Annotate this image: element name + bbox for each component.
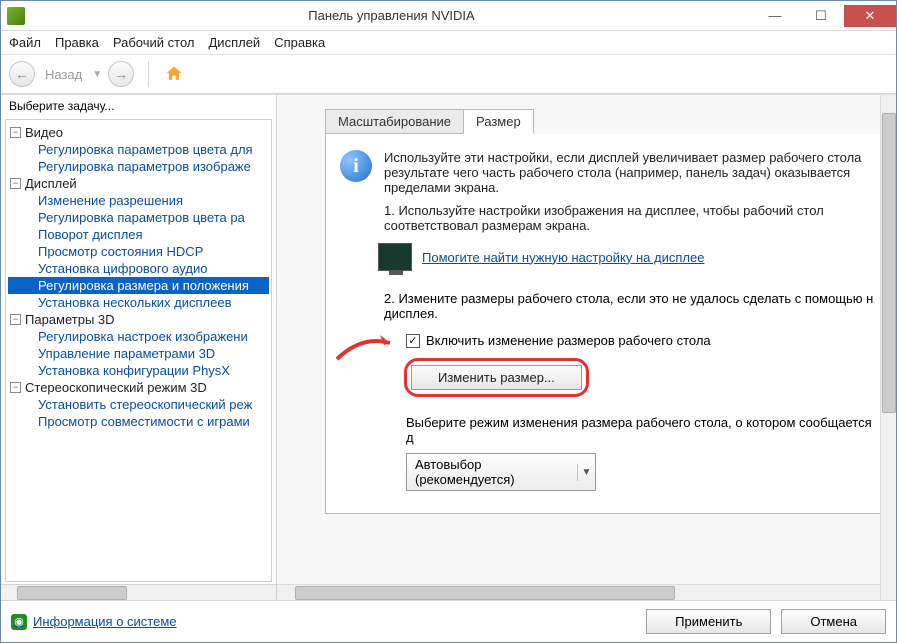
cancel-button[interactable]: Отмена	[781, 609, 886, 634]
horizontal-scrollbar[interactable]	[277, 584, 880, 600]
menu-desktop[interactable]: Рабочий стол	[113, 35, 195, 50]
tab-scaling[interactable]: Масштабирование	[325, 109, 464, 134]
tree-item[interactable]: Изменение разрешения	[8, 192, 269, 209]
info-text: Используйте эти настройки, если дисплей …	[384, 150, 881, 195]
content-area: Выберите задачу... − Видео Регулировка п…	[1, 94, 896, 600]
menu-display[interactable]: Дисплей	[209, 35, 261, 50]
chevron-down-icon: ▼	[577, 464, 595, 481]
tree-item[interactable]: Управление параметрами 3D	[8, 345, 269, 362]
tree-item[interactable]: Установка цифрового аудио	[8, 260, 269, 277]
checkbox-label: Включить изменение размеров рабочего сто…	[426, 333, 711, 348]
menu-file[interactable]: Файл	[9, 35, 41, 50]
window-title: Панель управления NVIDIA	[31, 8, 752, 23]
annotation-arrow-icon	[332, 331, 402, 361]
tree-item[interactable]: Установка конфигурации PhysX	[8, 362, 269, 379]
tree-category-video[interactable]: − Видео	[8, 124, 269, 141]
info-icon: i	[340, 150, 372, 182]
system-info-link[interactable]: ◉ Информация о системе	[11, 614, 177, 630]
tree-item[interactable]: Установить стереоскопический реж	[8, 396, 269, 413]
vertical-scrollbar[interactable]	[880, 95, 896, 600]
forward-button[interactable]: →	[108, 61, 134, 87]
step1-text: 1. Используйте настройки изображения на …	[384, 203, 881, 233]
tree-horizontal-scrollbar[interactable]	[1, 584, 276, 600]
back-dropdown-icon[interactable]: ▼	[92, 69, 102, 80]
tab-body: i Используйте эти настройки, если диспле…	[325, 134, 896, 514]
settings-panel: Масштабирование Размер i Используйте эти…	[277, 95, 896, 600]
app-window: Панель управления NVIDIA — ☐ ✕ Файл Прав…	[0, 0, 897, 643]
tree-category-3d[interactable]: − Параметры 3D	[8, 311, 269, 328]
toolbar-separator	[148, 61, 149, 87]
task-tree: − Видео Регулировка параметров цвета для…	[5, 119, 272, 582]
helper-link[interactable]: Помогите найти нужную настройку на диспл…	[422, 250, 704, 265]
system-info-icon: ◉	[11, 614, 27, 630]
resize-button[interactable]: Изменить размер...	[411, 365, 582, 390]
app-icon	[7, 7, 25, 25]
collapse-icon[interactable]: −	[10, 314, 21, 325]
back-button[interactable]: ←	[9, 61, 35, 87]
menu-edit[interactable]: Правка	[55, 35, 99, 50]
footer: ◉ Информация о системе Применить Отмена	[1, 600, 896, 642]
task-panel: Выберите задачу... − Видео Регулировка п…	[1, 95, 277, 600]
close-button[interactable]: ✕	[844, 5, 896, 27]
monitor-icon	[378, 243, 412, 271]
back-label: Назад	[45, 67, 82, 82]
apply-button[interactable]: Применить	[646, 609, 771, 634]
checkbox-row: ✓ Включить изменение размеров рабочего с…	[406, 333, 881, 348]
enable-resize-checkbox[interactable]: ✓	[406, 334, 420, 348]
tree-category-display[interactable]: − Дисплей	[8, 175, 269, 192]
tree-item[interactable]: Просмотр совместимости с играми	[8, 413, 269, 430]
collapse-icon[interactable]: −	[10, 382, 21, 393]
mode-select[interactable]: Автовыбор (рекомендуется) ▼	[406, 453, 596, 491]
collapse-icon[interactable]: −	[10, 127, 21, 138]
mode-select-value: Автовыбор (рекомендуется)	[407, 454, 577, 490]
minimize-button[interactable]: —	[752, 5, 798, 27]
menu-help[interactable]: Справка	[274, 35, 325, 50]
step2-text: 2. Измените размеры рабочего стола, если…	[384, 291, 881, 321]
tree-item[interactable]: Регулировка параметров изображе	[8, 158, 269, 175]
tab-size[interactable]: Размер	[463, 109, 534, 134]
task-panel-header: Выберите задачу...	[1, 95, 276, 117]
tree-item[interactable]: Просмотр состояния HDCP	[8, 243, 269, 260]
tree-item[interactable]: Регулировка параметров цвета ра	[8, 209, 269, 226]
tree-item[interactable]: Регулировка настроек изображени	[8, 328, 269, 345]
collapse-icon[interactable]: −	[10, 178, 21, 189]
system-info-label: Информация о системе	[33, 614, 177, 629]
scrollbar-thumb[interactable]	[295, 586, 675, 600]
home-icon[interactable]	[163, 63, 185, 85]
mode-label: Выберите режим изменения размера рабочег…	[406, 415, 881, 445]
scrollbar-thumb[interactable]	[882, 113, 896, 413]
toolbar: ← Назад ▼ →	[1, 55, 896, 94]
annotation-highlight: Изменить размер...	[404, 358, 589, 397]
menubar: Файл Правка Рабочий стол Дисплей Справка	[1, 31, 896, 55]
maximize-button[interactable]: ☐	[798, 5, 844, 27]
tree-item-selected[interactable]: Регулировка размера и положения	[8, 277, 269, 294]
tree-item[interactable]: Установка нескольких дисплеев	[8, 294, 269, 311]
scrollbar-thumb[interactable]	[17, 586, 127, 600]
tree-item[interactable]: Поворот дисплея	[8, 226, 269, 243]
tree-category-stereo[interactable]: − Стереоскопический режим 3D	[8, 379, 269, 396]
tabs-row: Масштабирование Размер	[325, 109, 896, 134]
titlebar: Панель управления NVIDIA — ☐ ✕	[1, 1, 896, 31]
tree-item[interactable]: Регулировка параметров цвета для	[8, 141, 269, 158]
